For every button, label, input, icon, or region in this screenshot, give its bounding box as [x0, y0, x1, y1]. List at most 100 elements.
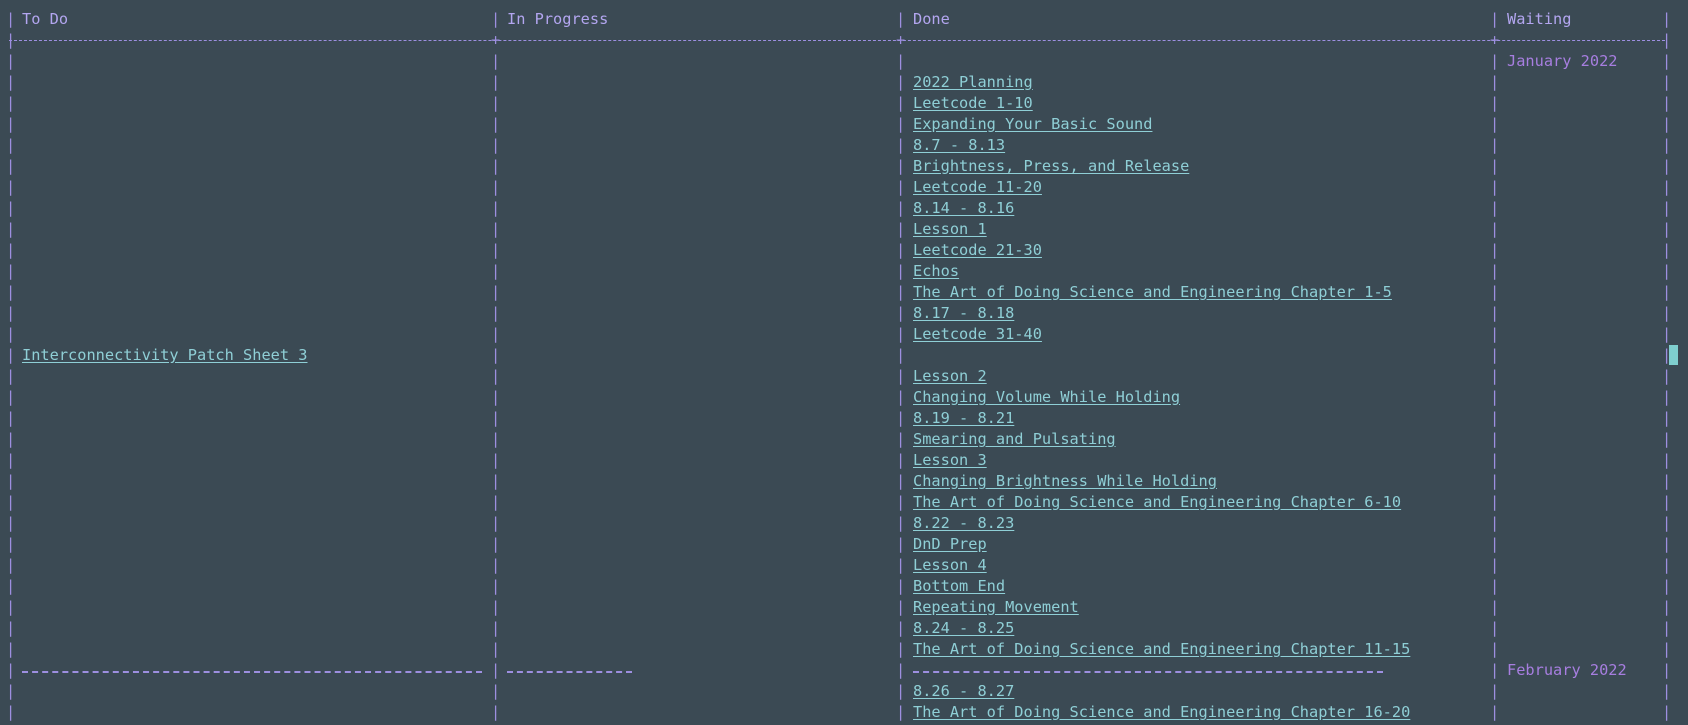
column-border: | [6, 178, 16, 196]
done-card-link[interactable]: Lesson 4 [913, 555, 987, 576]
done-card-link[interactable]: Bottom End [913, 576, 1005, 597]
column-border: | [1662, 409, 1672, 427]
column-border: | [1490, 661, 1500, 679]
board-row: | | | | | Leetcode 31-40 [0, 324, 1688, 345]
done-card-link[interactable]: Repeating Movement [913, 597, 1079, 618]
done-card-link[interactable]: Leetcode 11-20 [913, 177, 1042, 198]
terminal-kanban-board: | | | | | To Do In Progress Done Waiting | + + + | | | |… [0, 0, 1688, 725]
done-card-link[interactable]: DnD Prep [913, 534, 987, 555]
column-border: | [1490, 472, 1500, 490]
column-border: | [6, 430, 16, 448]
done-card-link[interactable]: 8.7 - 8.13 [913, 135, 1005, 156]
column-border: | [491, 661, 501, 679]
column-border: | [6, 136, 16, 154]
column-border: | [1662, 367, 1672, 385]
done-card-link[interactable]: Echos [913, 261, 959, 282]
done-card-link[interactable]: Smearing and Pulsating [913, 429, 1116, 450]
done-card-link[interactable]: Brightness, Press, and Release [913, 156, 1189, 177]
column-border: | [896, 577, 906, 595]
board-row: | | | | | Leetcode 1-10 [0, 93, 1688, 114]
column-border: | [6, 325, 16, 343]
column-border: | [6, 157, 16, 175]
column-border: | [491, 703, 501, 721]
column-border: | [6, 619, 16, 637]
done-card-link[interactable]: The Art of Doing Science and Engineering… [913, 282, 1392, 303]
board-row: | | | | | Brightness, Press, and Release [0, 156, 1688, 177]
column-border: | [1662, 661, 1672, 679]
column-border: | [1662, 199, 1672, 217]
column-border: | [1662, 241, 1672, 259]
column-border: | [1490, 199, 1500, 217]
column-border: | [896, 598, 906, 616]
column-border: | [896, 241, 906, 259]
column-border: | [1662, 262, 1672, 280]
column-border: | [1662, 598, 1672, 616]
column-border: | [491, 241, 501, 259]
done-card-link[interactable]: The Art of Doing Science and Engineering… [913, 639, 1410, 660]
column-border: | [896, 556, 906, 574]
column-border: | [1662, 451, 1672, 469]
done-card-link[interactable]: 8.26 - 8.27 [913, 681, 1014, 702]
board-row: | | | | | Interconnectivity Patch Sheet 3 [0, 345, 1688, 366]
column-border: | [1490, 367, 1500, 385]
column-border: | [1490, 262, 1500, 280]
column-border: | [6, 451, 16, 469]
text-cursor [1669, 345, 1678, 365]
column-border: | [491, 283, 501, 301]
done-card-link[interactable]: 8.14 - 8.16 [913, 198, 1014, 219]
done-card-link[interactable]: 8.24 - 8.25 [913, 618, 1014, 639]
column-border: | [1490, 52, 1500, 70]
column-border: | [6, 283, 16, 301]
column-border: | [896, 283, 906, 301]
done-card-link[interactable]: The Art of Doing Science and Engineering… [913, 492, 1401, 513]
column-border: | [6, 52, 16, 70]
group-separator-progress [507, 671, 632, 673]
column-border: | [1490, 157, 1500, 175]
board-row: | | | | | 8.19 - 8.21 [0, 408, 1688, 429]
column-border: | [896, 115, 906, 133]
done-card-link[interactable]: 8.17 - 8.18 [913, 303, 1014, 324]
done-card-link[interactable]: Leetcode 1-10 [913, 93, 1033, 114]
separator-junction: + [491, 31, 501, 49]
done-card-link[interactable]: Changing Brightness While Holding [913, 471, 1217, 492]
separator-junction: | [1662, 31, 1672, 49]
done-card-link[interactable]: Expanding Your Basic Sound [913, 114, 1152, 135]
column-border: | [896, 262, 906, 280]
done-card-link[interactable]: Lesson 1 [913, 219, 987, 240]
column-border: | [896, 367, 906, 385]
done-card-link[interactable]: Leetcode 21-30 [913, 240, 1042, 261]
column-border: | [491, 115, 501, 133]
column-border: | [6, 598, 16, 616]
board-row: | | | | | The Art of Doing Science and Engine… [0, 702, 1688, 723]
column-border: | [6, 115, 16, 133]
done-card-link[interactable]: Changing Volume While Holding [913, 387, 1180, 408]
column-border: | [6, 535, 16, 553]
board-row: | | | | | Changing Brightness While Holding [0, 471, 1688, 492]
done-card-link[interactable]: Lesson 2 [913, 366, 987, 387]
column-border: | [6, 661, 16, 679]
header-separator-row: | + + + | [0, 30, 1688, 51]
board-row: | | | | | Leetcode 21-30 [0, 240, 1688, 261]
column-border: | [1662, 514, 1672, 532]
done-card-link[interactable]: 2022 Planning [913, 72, 1033, 93]
column-border: | [896, 472, 906, 490]
column-header-done: Done [913, 10, 950, 28]
column-border: | [896, 430, 906, 448]
done-card-link[interactable]: 8.19 - 8.21 [913, 408, 1014, 429]
done-card-link[interactable]: The Art of Doing Science and Engineering… [913, 702, 1410, 723]
column-border: | [1662, 304, 1672, 322]
done-card-link[interactable]: 8.22 - 8.23 [913, 513, 1014, 534]
column-border: | [1490, 346, 1500, 364]
column-border: | [491, 73, 501, 91]
column-border: | [1490, 115, 1500, 133]
column-border: | [491, 682, 501, 700]
column-border: | [896, 178, 906, 196]
column-border: | [1490, 388, 1500, 406]
column-border: | [1490, 94, 1500, 112]
column-border: | [1662, 52, 1672, 70]
column-border: | [1490, 640, 1500, 658]
todo-card-link[interactable]: Interconnectivity Patch Sheet 3 [22, 345, 308, 366]
done-card-link[interactable]: Leetcode 31-40 [913, 324, 1042, 345]
done-card-link[interactable]: Lesson 3 [913, 450, 987, 471]
column-border: | [1662, 136, 1672, 154]
